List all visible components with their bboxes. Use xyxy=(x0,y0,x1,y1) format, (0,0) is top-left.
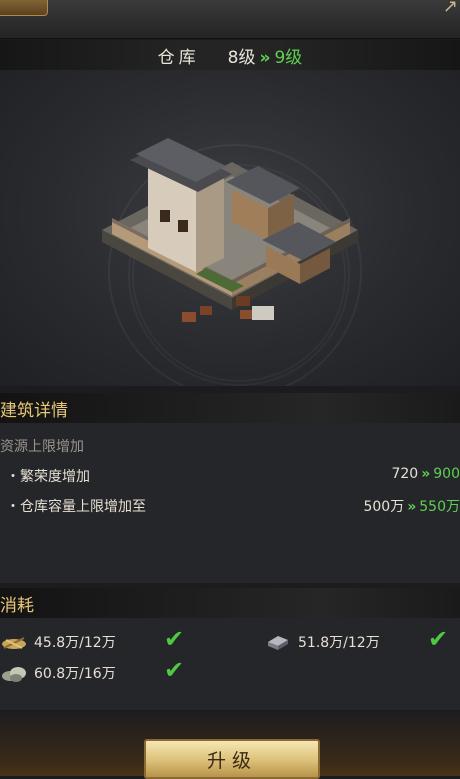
detail-row: ・仓库容量上限增加至 500万» 550万 xyxy=(0,492,460,518)
cost-item: 45.8万/12万 xyxy=(0,628,116,656)
cost-value: 51.8万/12万 xyxy=(298,635,380,651)
cost-value: 60.8万/16万 xyxy=(34,666,116,682)
detail-values: 720» 900 xyxy=(391,466,460,482)
details-subheading: 资源上限增加 xyxy=(0,439,84,455)
detail-to: 900 xyxy=(433,466,460,482)
building-preview xyxy=(0,70,460,386)
increase-arrow-icon: » xyxy=(421,466,431,482)
iron-icon xyxy=(268,636,288,650)
detail-label: ・繁荣度增加 xyxy=(6,469,90,485)
back-tab[interactable] xyxy=(0,0,48,16)
cost-heading: 消耗 xyxy=(0,588,460,618)
detail-to: 550万 xyxy=(419,499,460,515)
detail-row: ・繁荣度增加 720» 900 xyxy=(0,462,460,488)
building-name: 仓库 xyxy=(157,47,200,68)
detail-label: ・仓库容量上限增加至 xyxy=(6,499,146,515)
close-icon[interactable]: ↗ xyxy=(443,0,458,17)
detail-values: 500万» 550万 xyxy=(363,496,460,516)
check-icon: ✔ xyxy=(428,625,449,653)
cost-item: 51.8万/12万 xyxy=(264,628,380,656)
check-icon: ✔ xyxy=(164,656,185,684)
level-display: 8级» 9级 xyxy=(228,43,303,68)
upgrade-button[interactable]: 升级 xyxy=(144,739,320,779)
details-heading: 建筑详情 xyxy=(0,393,460,423)
check-icon: ✔ xyxy=(164,625,185,653)
level-arrow-icon: » xyxy=(259,47,271,68)
stone-icon xyxy=(2,667,26,682)
cost-item: 60.8万/16万 xyxy=(0,659,116,687)
building-title-bar: 仓库 8级» 9级 xyxy=(0,40,460,70)
warehouse-building-image xyxy=(102,138,358,322)
detail-from: 500万 xyxy=(363,499,405,515)
cost-value: 45.8万/12万 xyxy=(34,635,116,651)
top-bar: ↗ xyxy=(0,0,460,39)
detail-from: 720 xyxy=(391,466,419,482)
grain-icon xyxy=(2,637,26,649)
increase-arrow-icon: » xyxy=(407,499,417,515)
current-level: 8级 xyxy=(227,47,256,68)
next-level: 9级 xyxy=(274,47,303,68)
